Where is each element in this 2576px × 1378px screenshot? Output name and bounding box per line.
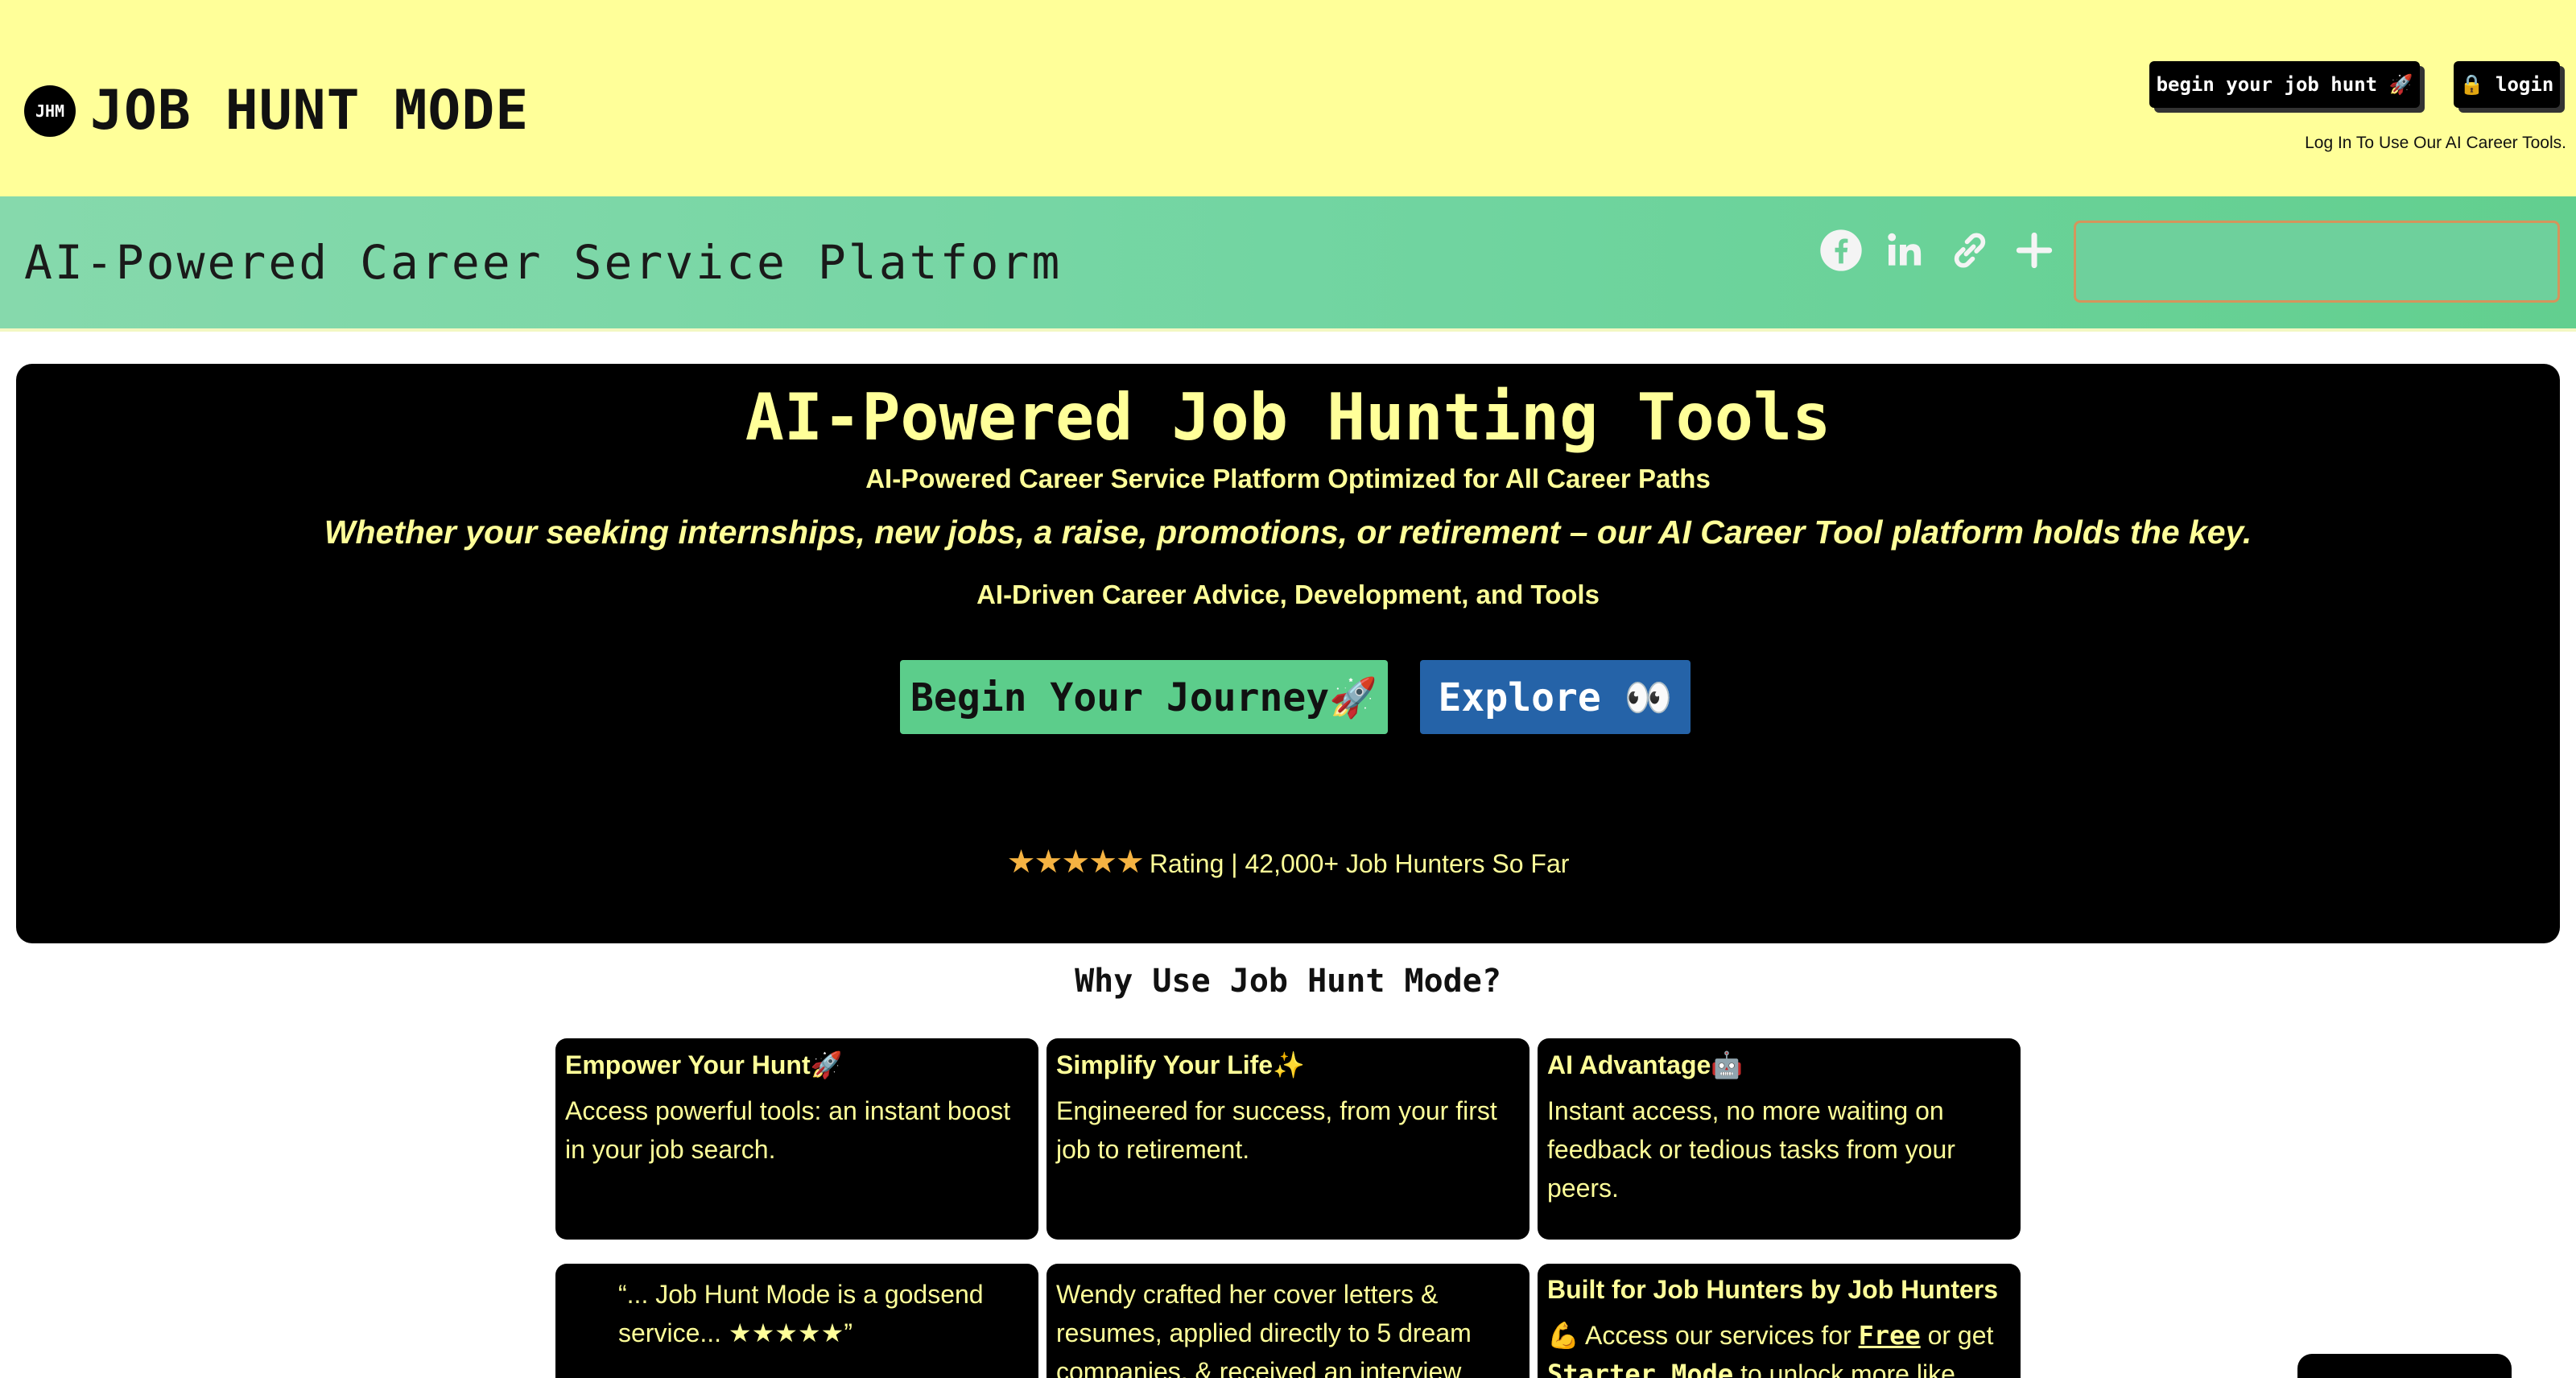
body-prefix: 💪 Access our services for — [1547, 1321, 1859, 1350]
rating: ★★★★★ Rating | 42,000+ Job Hunters So Far — [16, 844, 2560, 881]
why-title: Why Use Job Hunt Mode? — [1075, 963, 1501, 1000]
card-body: 💪 Access our services for Free or get St… — [1547, 1316, 2011, 1378]
card-body: Instant access, no more waiting on feedb… — [1547, 1096, 1955, 1203]
tagline: AI-Powered Career Service Platform — [24, 235, 1063, 290]
begin-job-hunt-button[interactable]: begin your job hunt 🚀 — [2149, 61, 2420, 108]
feature-card: Simplify Your Life✨ Engineered for succe… — [1046, 1038, 1530, 1240]
card-title: Empower Your Hunt🚀 — [565, 1050, 843, 1079]
card-title: Simplify Your Life✨ — [1056, 1050, 1305, 1079]
divider — [0, 328, 2576, 332]
testimonial-card: “... Job Hunt Mode is a godsend service.… — [555, 1264, 1038, 1378]
card-body: Engineered for success, from your first … — [1056, 1096, 1497, 1164]
tagline-bar: AI-Powered Career Service Platform — [0, 196, 2576, 328]
brand-logo: JHM — [24, 85, 76, 137]
card-title: AI Advantage🤖 — [1547, 1050, 1744, 1079]
facebook-icon[interactable] — [1816, 225, 1866, 275]
hero-subtitle: AI-Powered Career Service Platform Optim… — [865, 464, 1711, 493]
body-suffix: to unlock more like — [1733, 1359, 1955, 1378]
login-button[interactable]: 🔒 login — [2454, 61, 2560, 108]
search-box[interactable] — [2074, 221, 2560, 303]
card-body: Access powerful tools: an instant boost … — [565, 1096, 1011, 1164]
chat-widget[interactable] — [2297, 1354, 2512, 1378]
body-mid: or get — [1920, 1321, 1994, 1350]
brand-name: JOB HUNT MODE — [90, 79, 530, 142]
card-title: Built for Job Hunters by Job Hunters — [1547, 1275, 1999, 1304]
hero-quote: Whether your seeking internships, new jo… — [324, 514, 2252, 551]
hero-advice: AI-Driven Career Advice, Development, an… — [976, 580, 1600, 609]
starter-mode-link[interactable]: Starter Mode — [1547, 1359, 1733, 1378]
star-rating-icon: ★★★★★ — [1006, 844, 1145, 880]
linkedin-icon[interactable] — [1880, 225, 1930, 275]
login-hint: Log In To Use Our AI Career Tools. — [2305, 134, 2566, 152]
link-icon[interactable] — [1945, 225, 1995, 275]
explore-button[interactable]: Explore 👀 — [1420, 660, 1690, 734]
plus-icon[interactable] — [2009, 225, 2059, 275]
free-link[interactable]: Free — [1859, 1320, 1921, 1351]
story-body: Wendy crafted her cover letters & resume… — [1056, 1280, 1472, 1378]
testimonial-quote: “... Job Hunt Mode is a godsend service.… — [618, 1280, 984, 1347]
brand[interactable]: JHM JOB HUNT MODE — [24, 79, 529, 142]
story-card: Wendy crafted her cover letters & resume… — [1046, 1264, 1530, 1378]
feature-card: AI Advantage🤖 Instant access, no more wa… — [1538, 1038, 2021, 1240]
hero-title: AI-Powered Job Hunting Tools — [745, 380, 1831, 455]
begin-journey-button[interactable]: Begin Your Journey🚀 — [900, 660, 1388, 734]
search-input[interactable] — [2076, 223, 2557, 300]
rating-text: Rating | 42,000+ Job Hunters So Far — [1149, 849, 1570, 878]
pricing-card: Built for Job Hunters by Job Hunters 💪 A… — [1538, 1264, 2021, 1378]
feature-card: Empower Your Hunt🚀 Access powerful tools… — [555, 1038, 1038, 1240]
top-header: JHM JOB HUNT MODE begin your job hunt 🚀 … — [0, 0, 2576, 196]
hero-section: AI-Powered Job Hunting Tools AI-Powered … — [16, 364, 2560, 943]
